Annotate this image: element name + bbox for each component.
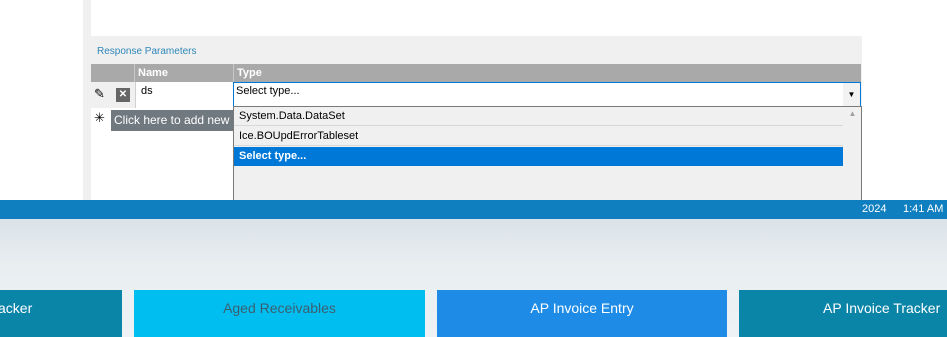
tile-ap-invoice-tracker[interactable]: AP Invoice Tracker [739,290,947,337]
column-header-name[interactable]: Name [134,64,233,82]
taskbar-time: 1:41 AM [903,203,944,215]
panel-top-area [91,0,862,36]
tile-label: Aged Receivables [223,300,336,316]
name-cell-text: ds [141,85,153,97]
dropdown-option-selected[interactable]: Select type... [234,147,843,166]
edit-row-icon: ✎ [94,86,105,101]
tile-label: AP Invoice Entry [530,300,634,316]
add-new-parameter-cell[interactable]: Click here to add new p [111,110,233,131]
taskbar: 2024 1:41 AM [0,200,947,219]
combobox-dropdown-button[interactable]: ▼ [843,83,860,106]
dropdown-option[interactable]: Ice.BOUpdErrorTableset [234,127,843,146]
type-combobox-value: Select type... [236,85,300,97]
left-pane [0,0,83,200]
grid-header: Name Type [91,64,861,82]
new-row-icon: ✳ [94,110,105,125]
delete-row-icon[interactable]: ✕ [116,88,130,102]
tile-ap-tracker[interactable]: acker [0,290,122,337]
tile-label: AP Invoice Tracker [823,300,941,316]
type-combobox[interactable]: Select type... ▼ [233,82,861,107]
taskbar-date: 2024 [862,203,887,215]
tile-label: acker [0,300,33,316]
tile-aged-receivables[interactable]: Aged Receivables [134,290,425,337]
column-header-type[interactable]: Type [233,64,861,82]
left-divider [83,0,91,200]
scroll-up-arrow-icon[interactable]: ▲ [844,109,861,123]
chevron-down-icon: ▼ [847,90,856,99]
dropdown-option[interactable]: System.Data.DataSet [234,107,843,126]
name-cell[interactable]: ds [135,82,234,109]
tile-ap-invoice-entry[interactable]: AP Invoice Entry [437,290,727,337]
response-parameters-label[interactable]: Response Parameters [97,46,197,57]
header-selector-cell [91,64,135,82]
right-pane [862,0,947,200]
